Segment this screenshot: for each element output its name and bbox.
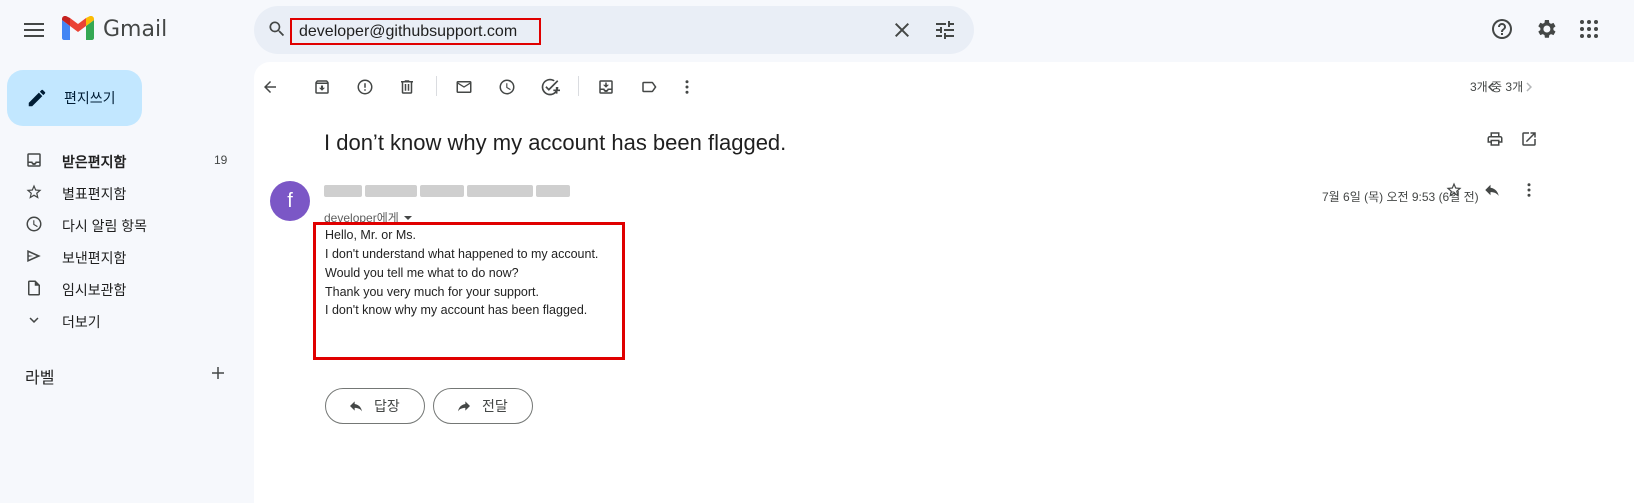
avatar[interactable]: f: [270, 181, 310, 221]
sidebar-item-more[interactable]: 더보기: [0, 304, 244, 336]
email-body-line: I don't know why my account has been fla…: [325, 303, 588, 317]
sidebar-nav: 받은편지함 19 별표편지함 다시 알림 항목 보낸편지함 임시보관함 더보기: [0, 144, 244, 336]
snooze-clock-icon[interactable]: [496, 76, 518, 98]
sidebar-item-label: 받은편지함: [62, 154, 127, 170]
apps-grid-icon[interactable]: [1576, 16, 1602, 42]
sidebar-item-label: 별표편지함: [62, 186, 127, 202]
plus-icon[interactable]: [209, 364, 227, 382]
gmail-logo-icon[interactable]: [62, 16, 94, 40]
star-icon: [25, 183, 43, 201]
compose-button[interactable]: 편지쓰기: [7, 70, 142, 126]
search-input[interactable]: [290, 18, 541, 45]
sidebar-item-label: 더보기: [62, 314, 101, 330]
archive-icon[interactable]: [311, 76, 333, 98]
back-arrow-icon[interactable]: [259, 76, 281, 98]
sidebar-item-label: 보낸편지함: [62, 250, 127, 266]
add-task-icon[interactable]: [539, 76, 561, 98]
labels-heading: 라벨: [25, 370, 55, 387]
sidebar-item-sent[interactable]: 보낸편지함: [0, 240, 244, 272]
forward-label: 전달: [482, 398, 508, 414]
compose-label: 편지쓰기: [64, 90, 116, 106]
close-icon[interactable]: [890, 18, 914, 42]
top-bar: Gmail: [0, 0, 1634, 60]
chevron-down-icon: [25, 311, 43, 329]
email-body-line: Hello, Mr. or Ms.: [325, 228, 416, 242]
reply-button[interactable]: 답장: [325, 388, 425, 424]
unread-count: 19: [214, 153, 228, 167]
reply-icon: [350, 401, 362, 412]
sidebar-item-snoozed[interactable]: 다시 알림 항목: [0, 208, 244, 240]
search-options-icon[interactable]: [933, 18, 957, 42]
prev-page-icon[interactable]: [1480, 76, 1502, 98]
toolbar-divider: [436, 76, 437, 96]
reply-label: 답장: [374, 398, 400, 414]
search-bar: [254, 6, 974, 54]
email-subject: I don’t know why my account has been fla…: [324, 130, 787, 155]
clock-icon: [25, 215, 43, 233]
toolbar-divider: [578, 76, 579, 96]
inbox-icon: [25, 151, 43, 169]
trash-icon[interactable]: [396, 76, 418, 98]
draft-icon: [25, 279, 43, 297]
app-brand: Gmail: [103, 17, 168, 42]
search-icon[interactable]: [267, 19, 287, 39]
pencil-icon: [26, 87, 48, 109]
sidebar-item-label: 다시 알림 항목: [62, 218, 148, 234]
email-body-line: Would you tell me what to do now?: [325, 266, 519, 280]
move-to-icon[interactable]: [595, 76, 617, 98]
more-vert-icon[interactable]: [1518, 179, 1540, 201]
star-icon[interactable]: [1443, 179, 1465, 201]
send-icon: [25, 247, 43, 265]
forward-icon: [458, 401, 470, 412]
print-icon[interactable]: [1484, 128, 1506, 150]
sidebar-item-label: 임시보관함: [62, 282, 127, 298]
email-body-line: I don't understand what happened to my a…: [325, 247, 599, 261]
forward-button[interactable]: 전달: [433, 388, 533, 424]
caret-down-icon: [403, 213, 413, 223]
sidebar-item-starred[interactable]: 별표편지함: [0, 176, 244, 208]
message-view: 3개 중 3개 I don’t know why my account has …: [254, 62, 1634, 503]
label-icon[interactable]: [638, 76, 660, 98]
sidebar-item-inbox[interactable]: 받은편지함 19: [0, 144, 244, 176]
open-in-new-window-icon[interactable]: [1518, 128, 1540, 150]
sender-name-redacted: [324, 185, 574, 197]
more-vert-icon[interactable]: [676, 76, 698, 98]
mail-icon[interactable]: [453, 76, 475, 98]
next-page-icon[interactable]: [1518, 76, 1540, 98]
hamburger-menu-icon[interactable]: [14, 10, 54, 50]
sidebar-item-drafts[interactable]: 임시보관함: [0, 272, 244, 304]
reply-icon[interactable]: [1481, 179, 1503, 201]
report-spam-icon[interactable]: [354, 76, 376, 98]
email-body-line: Thank you very much for your support.: [325, 285, 539, 299]
help-icon[interactable]: [1489, 16, 1515, 42]
gear-icon[interactable]: [1533, 16, 1559, 42]
